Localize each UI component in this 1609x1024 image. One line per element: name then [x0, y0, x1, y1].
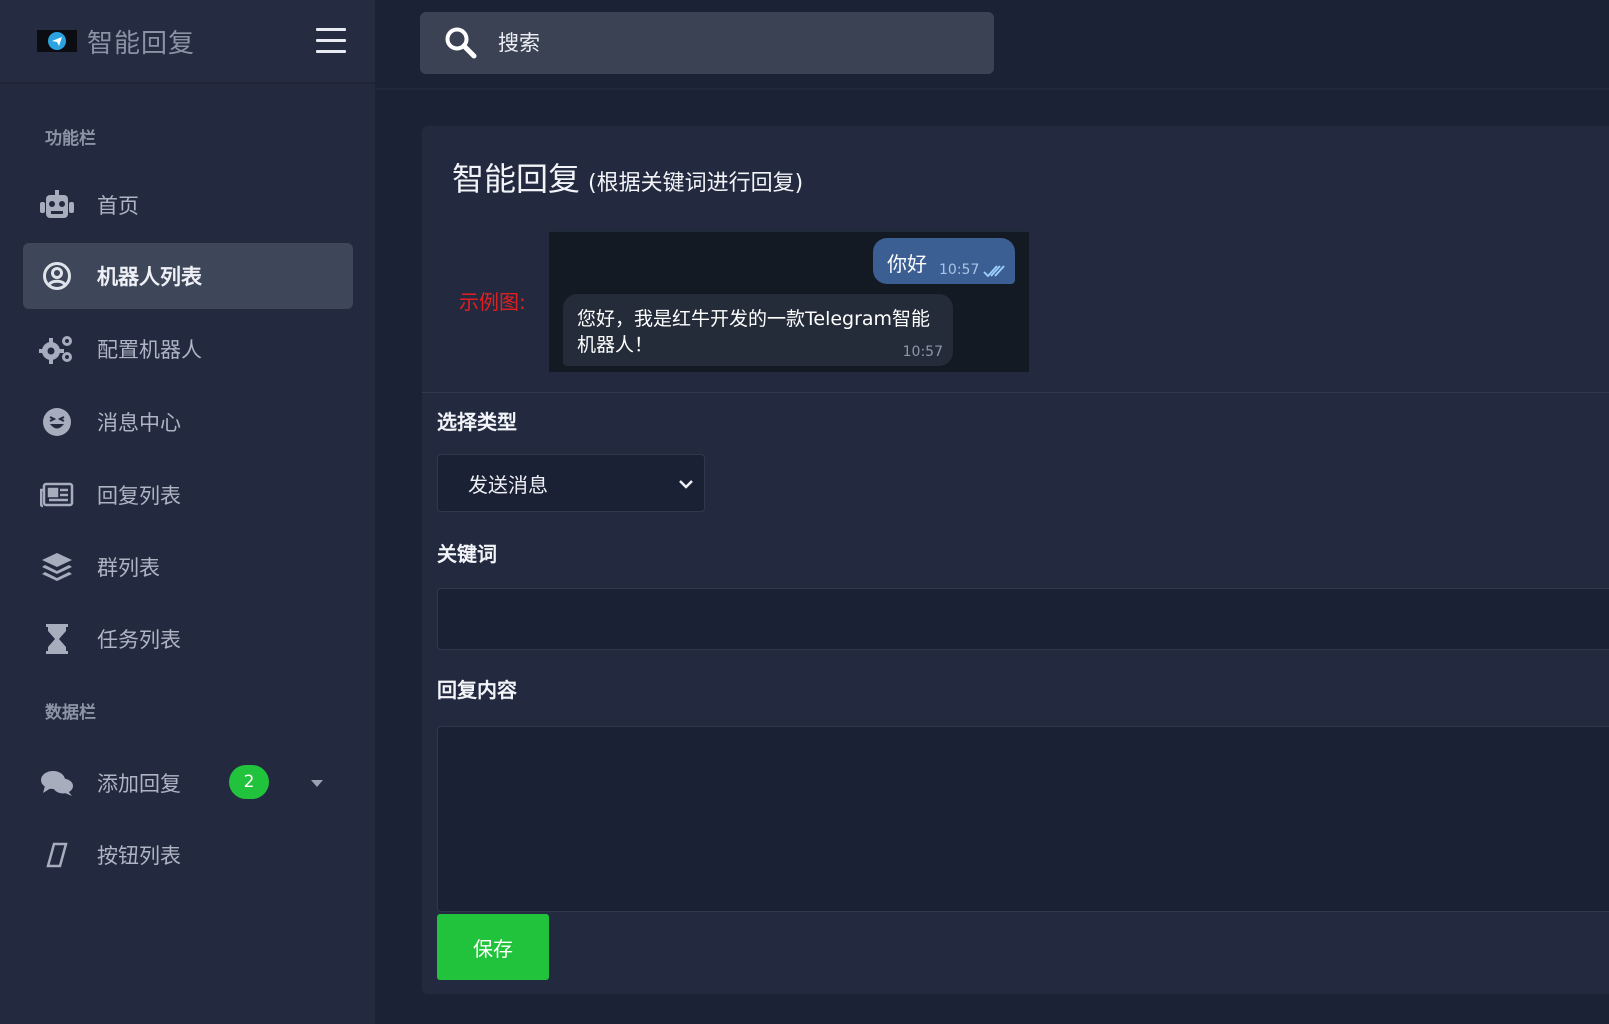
sidebar-item-label: 添加回复: [97, 772, 181, 796]
sidebar-item-reply-list[interactable]: 回复列表: [23, 462, 353, 528]
save-button[interactable]: 保存: [437, 914, 549, 980]
sidebar-item-add-reply[interactable]: 添加回复 2: [23, 750, 353, 816]
layers-icon: [39, 549, 75, 585]
sidebar-item-label: 群列表: [97, 556, 160, 580]
hourglass-icon: [39, 621, 75, 657]
sidebar: 智能回复 功能栏 首页 机器人列表 配置机器人 消息中心 回复列表 群列表 任务…: [0, 0, 375, 1024]
count-badge: 2: [229, 765, 269, 799]
sidebar-item-message-center[interactable]: 消息中心: [23, 389, 353, 455]
smart-reply-card: 智能回复 (根据关键词进行回复) 示例图: 你好 10:57 您好，我是红牛开发的…: [422, 126, 1609, 994]
search-bar[interactable]: [420, 12, 994, 74]
keyword-label: 关键词: [437, 542, 497, 566]
section-title-functions: 功能栏: [45, 129, 96, 149]
double-check-icon: [983, 262, 1005, 281]
reply-content-label: 回复内容: [437, 678, 517, 702]
incoming-message-bubble: 您好，我是红牛开发的一款Telegram智能机器人！ 10:57: [563, 294, 953, 366]
page-subtitle: (根据关键词进行回复): [588, 171, 804, 196]
chevron-down-icon: [678, 475, 694, 494]
sidebar-item-label: 首页: [97, 194, 139, 218]
sidebar-item-label: 配置机器人: [97, 338, 202, 362]
comments-icon: [39, 765, 75, 801]
sidebar-item-button-list[interactable]: 按钮列表: [23, 822, 353, 888]
type-select-value: 发送消息: [468, 472, 548, 497]
sidebar-item-label: 机器人列表: [97, 265, 202, 289]
laughing-face-icon: [39, 404, 75, 440]
search-input[interactable]: [496, 30, 980, 56]
incoming-message-text: 您好，我是红牛开发的一款Telegram智能机器人！: [577, 308, 931, 356]
incoming-message-time: 10:57: [902, 344, 943, 360]
gears-icon: [39, 331, 75, 367]
search-icon[interactable]: [444, 26, 478, 60]
sidebar-item-label: 消息中心: [97, 411, 181, 435]
keyword-input[interactable]: [437, 588, 1609, 650]
divider: [422, 392, 1609, 393]
example-preview-image: 你好 10:57 您好，我是红牛开发的一款Telegram智能机器人！ 10:5…: [549, 230, 1029, 372]
sidebar-item-robot-list[interactable]: 机器人列表: [23, 243, 353, 309]
sidebar-item-label: 按钮列表: [97, 844, 181, 868]
page-title-text: 智能回复: [452, 160, 581, 198]
sidebar-item-home[interactable]: 首页: [23, 172, 353, 238]
sidebar-item-label: 任务列表: [97, 628, 181, 652]
page-title: 智能回复 (根据关键词进行回复): [452, 154, 803, 200]
outgoing-message-bubble: 你好 10:57: [873, 238, 1015, 284]
menu-toggle-icon[interactable]: [316, 28, 346, 54]
outgoing-message-time: 10:57: [939, 262, 980, 278]
type-label: 选择类型: [437, 410, 517, 434]
example-label: 示例图:: [459, 290, 526, 314]
type-select[interactable]: 发送消息: [437, 454, 705, 512]
brand-title: 智能回复: [87, 28, 196, 59]
topbar: [375, 0, 1609, 90]
telegram-icon: [37, 30, 77, 52]
sidebar-item-config-robot[interactable]: 配置机器人: [23, 316, 353, 382]
user-circle-icon: [39, 258, 75, 294]
sidebar-item-group-list[interactable]: 群列表: [23, 534, 353, 600]
sidebar-item-label: 回复列表: [97, 484, 181, 508]
eraser-icon: [39, 837, 75, 873]
sidebar-item-task-list[interactable]: 任务列表: [23, 606, 353, 672]
robot-icon: [39, 187, 75, 223]
reply-content-textarea[interactable]: [437, 726, 1609, 912]
section-title-data: 数据栏: [45, 703, 96, 723]
caret-down-icon[interactable]: [311, 780, 323, 787]
newspaper-icon: [39, 477, 75, 513]
outgoing-message-text: 你好: [887, 252, 927, 276]
